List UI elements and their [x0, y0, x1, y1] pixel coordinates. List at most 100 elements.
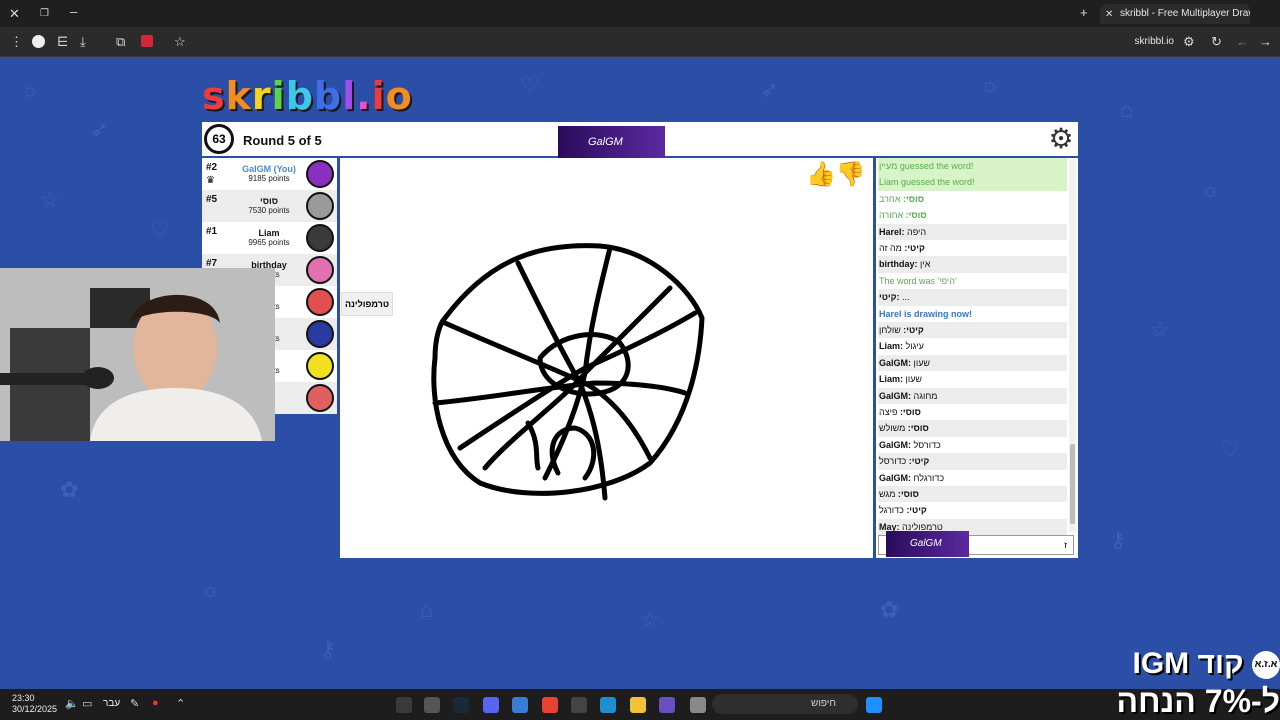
puzzle-icon[interactable]: ⧉ — [116, 35, 125, 48]
taskbar-chrome-icon[interactable] — [542, 697, 558, 713]
chat-input-banner: GalGM — [886, 531, 969, 557]
player-points: 9965 points — [248, 238, 290, 247]
player-row[interactable]: #5 סוסי 7530 points — [202, 190, 337, 222]
chat-banner-name: GalGM — [910, 538, 942, 549]
chat-message-user: סוסי: — [905, 423, 929, 434]
back-icon[interactable]: → — [1259, 35, 1272, 48]
chat-message-text: אחורה — [879, 210, 904, 221]
chat-message: סוסי: פיצה — [878, 404, 1067, 420]
reload-icon[interactable]: ↻ — [1211, 35, 1222, 48]
chat-message-user: GalGM: — [879, 439, 914, 450]
player-points: 9185 points — [248, 174, 290, 183]
chat-message: קיטי: שולחן — [878, 322, 1067, 339]
doodle-heart-icon: ♡ — [150, 217, 170, 242]
rate-drawing: 👍👎 — [806, 160, 866, 189]
logo-letter: k — [225, 74, 252, 118]
doodle-fish-icon: ➶ — [90, 117, 109, 142]
taskbar-edge-icon[interactable] — [600, 697, 616, 713]
doodle-heart-icon: ♡ — [520, 72, 540, 97]
taskbar-app-icon[interactable] — [396, 697, 412, 713]
chat-message-text: כדורסל — [913, 439, 941, 450]
chat-panel: מעיין guessed the word! Liam guessed the … — [876, 158, 1078, 558]
chat-message: GalGM: כדורגלח — [878, 470, 1067, 486]
drawing-canvas[interactable] — [340, 158, 873, 558]
taskbar-steam-icon[interactable] — [453, 697, 469, 713]
doodle-house-icon: ⌂ — [420, 597, 434, 622]
browser-tab[interactable]: ✕ skribbl - Free Multiplayer Drawing & G… — [1100, 4, 1250, 24]
chat-message: Liam guessed the word! — [878, 174, 1067, 191]
chat-message-user: סוסי: — [903, 210, 927, 221]
player-row[interactable]: #2 GalGM (You) 9185 points ♛ — [202, 158, 337, 190]
player-row[interactable]: #1 Liam 9965 points — [202, 222, 337, 254]
start-windows-icon[interactable] — [866, 697, 882, 713]
player-avatar — [306, 352, 334, 380]
volume-icon[interactable]: 🔈 — [65, 698, 79, 711]
restore-window-icon[interactable]: ❐ — [40, 7, 49, 20]
tab-title: skribbl - Free Multiplayer Drawing & Gue… — [1120, 8, 1250, 19]
language-indicator[interactable]: עבר — [103, 698, 120, 709]
crown-icon: ♛ — [206, 175, 215, 186]
promo-line2: ל-7% הנחה — [1116, 683, 1280, 719]
menu-icon[interactable]: ⋮ — [10, 35, 23, 48]
extension-red-icon[interactable] — [141, 35, 153, 47]
chat-message-text: פיצה — [879, 407, 898, 417]
browser-toolbar: ⋮ ⋿ ⤓ ⧉ ☆ ⚙ ↻ ← → — [0, 27, 1280, 57]
profile-icon[interactable] — [32, 35, 45, 48]
logo-letter: i — [271, 74, 286, 118]
chat-message-text: היפה — [907, 226, 927, 237]
chat-message-user: קיטי: — [900, 325, 924, 335]
chat-message-user: סוסי: — [900, 193, 924, 204]
doodle-sun-icon: ☼ — [980, 72, 1001, 97]
chat-message: סוסי: אחורה — [878, 207, 1067, 223]
chat-message: קיטי: כדורסל — [878, 453, 1067, 470]
logo-letter: l — [342, 74, 357, 118]
taskbar-store-icon[interactable] — [571, 697, 587, 713]
drawing-strokes — [431, 243, 705, 501]
thumbs-up-icon[interactable]: 👍 — [806, 161, 836, 188]
address-bar-url[interactable]: skribbl.io — [1135, 36, 1174, 47]
chat-message-user: GalGM: — [879, 390, 914, 401]
logo-letter: i — [371, 74, 386, 118]
forward-icon[interactable]: ← — [1236, 35, 1249, 48]
taskbar-obs-icon[interactable] — [424, 697, 440, 713]
taskbar-app3-icon[interactable] — [659, 697, 675, 713]
logo-letter: o — [385, 74, 413, 118]
doodle-key-icon: ⚷ — [320, 637, 337, 662]
word-hint-label: טרמפולינה — [341, 292, 393, 316]
chat-message-text: Liam guessed the word! — [879, 177, 975, 188]
new-tab-icon[interactable]: + — [1080, 6, 1088, 19]
chat-message-user: birthday: — [879, 259, 921, 270]
chat-message-user: Harel: — [879, 226, 908, 237]
site-settings-icon[interactable]: ⚙ — [1183, 35, 1195, 48]
pen-icon[interactable]: ✎ — [130, 698, 139, 711]
player-rank: #5 — [206, 194, 218, 205]
streamer-webcam — [0, 268, 275, 441]
player-avatar — [306, 224, 334, 252]
taskbar-folder-icon[interactable] — [630, 697, 646, 713]
taskbar-discord-icon[interactable] — [483, 697, 499, 713]
download-icon[interactable]: ⤓ — [80, 35, 86, 48]
doodle-sun-icon: ☼ — [200, 577, 221, 602]
webcam-illustration — [0, 268, 275, 441]
chat-message: קיטי: ... — [878, 289, 1067, 306]
close-tab-icon[interactable]: ✕ — [1105, 8, 1113, 21]
chat-scrollbar-thumb[interactable] — [1070, 444, 1075, 524]
chat-message: Harel is drawing now! — [878, 306, 1067, 322]
settings-gear-icon[interactable]: ⚙ — [1046, 124, 1076, 154]
taskbar-app2-icon[interactable] — [512, 697, 528, 713]
taskbar-app4-icon[interactable] — [690, 697, 706, 713]
extensions-icon[interactable]: ⋿ — [57, 35, 68, 48]
chat-message-text: עיגול — [905, 341, 924, 352]
thumbs-down-icon[interactable]: 👎 — [836, 161, 866, 188]
tray-overflow-icon[interactable]: ⌃ — [176, 698, 185, 711]
network-icon[interactable]: ▭ — [82, 698, 92, 711]
doodle-star-icon: ☆ — [640, 607, 660, 632]
chat-message-text: מה זה — [879, 243, 902, 253]
chat-message-user: קיטי: — [879, 292, 903, 303]
system-clock[interactable]: 23:30 30/12/2025 — [12, 693, 57, 715]
close-window-icon[interactable]: ✕ — [9, 7, 20, 20]
minimize-window-icon[interactable]: – — [70, 5, 77, 18]
bookmark-star-icon[interactable]: ☆ — [174, 35, 186, 48]
tray-app-icon[interactable]: ● — [152, 697, 159, 710]
taskbar-search[interactable]: חיפוש — [712, 694, 858, 714]
